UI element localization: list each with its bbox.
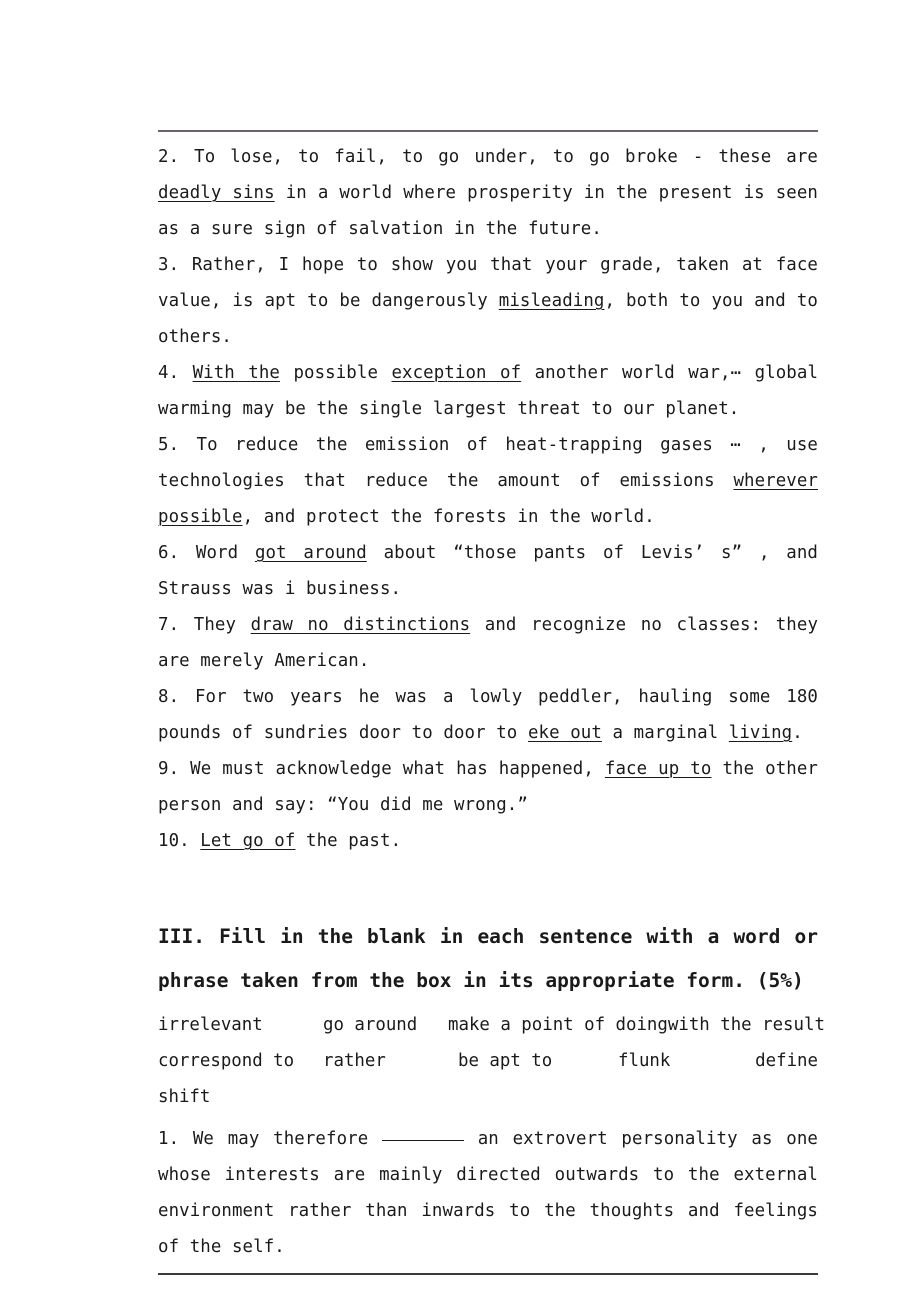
fill-blank-question-1: 1. We may therefore an extrovert persona…	[158, 1121, 818, 1265]
translation-item-10: 10. Let go of the past.	[158, 823, 818, 859]
translation-item-9: 9. We must acknowledge what has happened…	[158, 751, 818, 823]
item-underlined-phrase: misleading	[498, 291, 605, 311]
word-box-row: correspond to rather be apt to flunk def…	[158, 1043, 818, 1079]
word-box-item: define	[755, 1051, 818, 1071]
translation-item-4: 4. With the possible exception of anothe…	[158, 355, 818, 427]
item-underlined-phrase-2: exception of	[391, 363, 522, 383]
word-box-item: with the result	[667, 1015, 825, 1035]
item-underlined-phrase: got around	[254, 543, 367, 563]
item-text-before: We must acknowledge what has happened,	[179, 759, 605, 779]
item-underlined-phrase: deadly sins	[158, 183, 275, 203]
translation-item-3: 3. Rather, I hope to show you that your …	[158, 247, 818, 355]
section-three-heading: III. Fill in the blank in each sentence …	[158, 925, 818, 992]
answer-blank[interactable]	[382, 1140, 464, 1141]
word-box: irrelevant go around make a point of doi…	[158, 1007, 825, 1115]
word-box-item: correspond to	[158, 1051, 295, 1071]
item-underlined-phrase: face up to	[604, 759, 712, 779]
item-text-before: To reduce the emission of heat-trapping …	[158, 435, 818, 491]
question-text-before: We may therefore	[179, 1129, 382, 1149]
item-text-before	[190, 831, 201, 851]
item-number: 7.	[158, 615, 180, 635]
translation-item-7: 7. They draw no distinctions and recogni…	[158, 607, 818, 679]
item-underlined-phrase: Let go of	[200, 831, 296, 851]
word-box-item: irrelevant	[158, 1015, 263, 1035]
word-box-row: shift	[158, 1079, 818, 1115]
item-number: 9.	[158, 759, 180, 779]
translation-item-6: 6. Word got around about “those pants of…	[158, 535, 818, 607]
item-text-before	[179, 363, 192, 383]
word-box-item: shift	[158, 1087, 211, 1107]
translation-answers-list: 2. To lose, to fail, to go under, to go …	[158, 132, 818, 859]
item-underlined-phrase: draw no distinctions	[250, 615, 471, 635]
fill-in-blank-questions: 1. We may therefore an extrovert persona…	[158, 1121, 818, 1265]
document-page: 2. To lose, to fail, to go under, to go …	[158, 130, 825, 1275]
translation-item-8: 8. For two years he was a lowly peddler,…	[158, 679, 818, 751]
word-box-row: irrelevant go around make a point of doi…	[158, 1007, 825, 1043]
translation-item-5: 5. To reduce the emission of heat-trappi…	[158, 427, 818, 535]
item-text-mid: a marginal	[601, 723, 729, 743]
item-text-before: Word	[179, 543, 255, 563]
item-number: 3.	[158, 255, 180, 275]
word-box-item: rather	[323, 1051, 386, 1071]
item-number: 5.	[158, 435, 180, 455]
item-text-before: They	[179, 615, 251, 635]
section-three-block: III. Fill in the blank in each sentence …	[158, 915, 818, 1003]
item-underlined-phrase: With the	[192, 363, 281, 383]
item-underlined-phrase-2: living	[728, 723, 793, 743]
item-text-mid: possible	[280, 363, 392, 383]
word-box-item: flunk	[618, 1051, 671, 1071]
item-text-after: the past.	[295, 831, 402, 851]
word-box-item: be apt to	[458, 1051, 553, 1071]
item-text-before: To lose, to fail, to go under, to go bro…	[179, 147, 818, 167]
translation-item-2: 2. To lose, to fail, to go under, to go …	[158, 139, 818, 247]
item-number: 8.	[158, 687, 180, 707]
item-number: 10.	[158, 831, 190, 851]
item-text-after: .	[792, 723, 803, 743]
item-number: 6.	[158, 543, 180, 563]
word-box-item: make a point of doing	[448, 1015, 668, 1035]
item-underlined-phrase: eke out	[527, 723, 602, 743]
item-text-after: , and protect the forests in the world.	[242, 507, 655, 527]
word-box-item: go around	[323, 1015, 418, 1035]
question-number: 1.	[158, 1129, 180, 1149]
item-number: 4.	[158, 363, 180, 383]
bottom-horizontal-rule	[158, 1273, 818, 1275]
item-number: 2.	[158, 147, 180, 167]
